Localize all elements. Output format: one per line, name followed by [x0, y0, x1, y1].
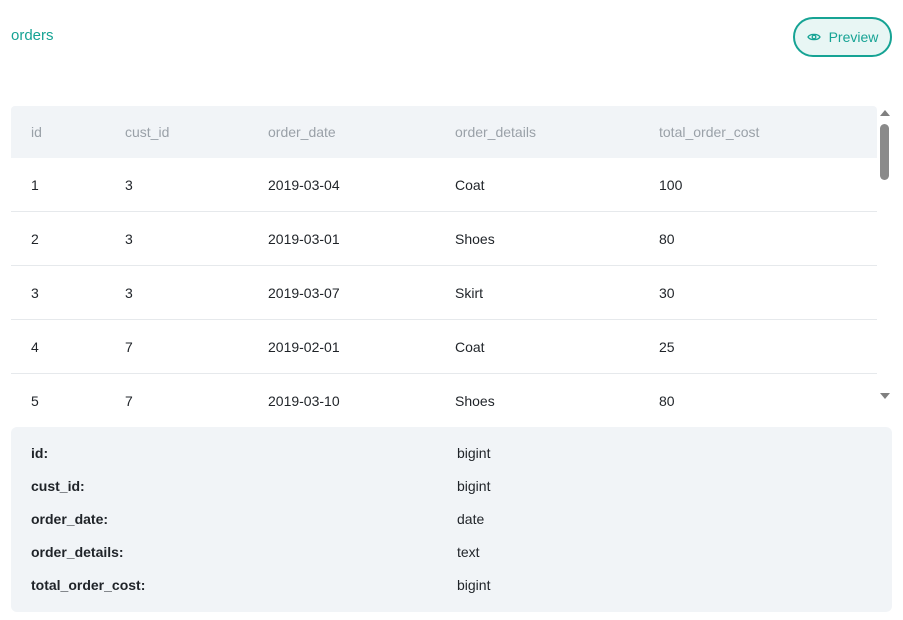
- schema-panel: id: bigint cust_id: bigint order_date: d…: [11, 427, 892, 612]
- cell-cust-id: 7: [125, 338, 133, 355]
- cell-total-order-cost: 30: [659, 284, 675, 301]
- cell-total-order-cost: 25: [659, 338, 675, 355]
- table-row: 2 3 2019-03-01 Shoes 80: [11, 212, 877, 266]
- data-grid: id cust_id order_date order_details tota…: [11, 106, 891, 420]
- schema-field-type: bigint: [457, 577, 491, 593]
- table-name: orders: [11, 27, 54, 44]
- schema-field-name: order_date:: [31, 511, 109, 527]
- schema-field-type: text: [457, 544, 480, 560]
- column-header-cust-id[interactable]: cust_id: [125, 106, 169, 158]
- schema-field: cust_id: bigint: [11, 476, 892, 496]
- cell-cust-id: 3: [125, 284, 133, 301]
- cell-order-date: 2019-02-01: [268, 338, 340, 355]
- column-header-order-details[interactable]: order_details: [455, 106, 536, 158]
- schema-field: order_details: text: [11, 542, 892, 562]
- column-header-total-order-cost[interactable]: total_order_cost: [659, 106, 759, 158]
- table-row: 3 3 2019-03-07 Skirt 30: [11, 266, 877, 320]
- cell-id: 1: [31, 176, 39, 193]
- cell-order-details: Shoes: [455, 392, 495, 409]
- schema-field-type: date: [457, 511, 485, 527]
- cell-order-date: 2019-03-01: [268, 230, 340, 247]
- cell-total-order-cost: 100: [659, 176, 683, 193]
- cell-cust-id: 7: [125, 392, 133, 409]
- schema-field-type: bigint: [457, 445, 491, 461]
- cell-total-order-cost: 80: [659, 230, 675, 247]
- column-header-order-date[interactable]: order_date: [268, 106, 336, 158]
- table-row: 1 3 2019-03-04 Coat 100: [11, 158, 877, 212]
- cell-order-date: 2019-03-10: [268, 392, 340, 409]
- cell-order-details: Shoes: [455, 230, 495, 247]
- cell-id: 4: [31, 338, 39, 355]
- schema-field-name: id:: [31, 445, 49, 461]
- cell-id: 2: [31, 230, 39, 247]
- schema-field: order_date: date: [11, 509, 892, 529]
- cell-cust-id: 3: [125, 230, 133, 247]
- table-row: 5 7 2019-03-10 Shoes 80: [11, 374, 877, 420]
- schema-field-type: bigint: [457, 478, 491, 494]
- schema-field: id: bigint: [11, 443, 892, 463]
- schema-field: total_order_cost: bigint: [11, 575, 892, 595]
- schema-field-name: total_order_cost:: [31, 577, 146, 593]
- preview-button-label: Preview: [828, 29, 879, 45]
- preview-button[interactable]: Preview: [793, 17, 892, 57]
- schema-field-name: order_details:: [31, 544, 124, 560]
- cell-order-details: Coat: [455, 176, 485, 193]
- scroll-up-arrow-icon[interactable]: [880, 110, 890, 116]
- cell-cust-id: 3: [125, 176, 133, 193]
- scrollbar-thumb[interactable]: [880, 124, 889, 180]
- cell-order-date: 2019-03-07: [268, 284, 340, 301]
- cell-total-order-cost: 80: [659, 392, 675, 409]
- column-header-id[interactable]: id: [31, 106, 42, 158]
- cell-order-date: 2019-03-04: [268, 176, 340, 193]
- grid-header-row: id cust_id order_date order_details tota…: [11, 106, 877, 158]
- schema-field-name: cust_id:: [31, 478, 85, 494]
- eye-icon: [806, 32, 821, 42]
- vertical-scrollbar[interactable]: [879, 106, 891, 406]
- cell-order-details: Coat: [455, 338, 485, 355]
- scroll-down-arrow-icon[interactable]: [880, 393, 890, 399]
- cell-id: 3: [31, 284, 39, 301]
- cell-id: 5: [31, 392, 39, 409]
- cell-order-details: Skirt: [455, 284, 483, 301]
- table-row: 4 7 2019-02-01 Coat 25: [11, 320, 877, 374]
